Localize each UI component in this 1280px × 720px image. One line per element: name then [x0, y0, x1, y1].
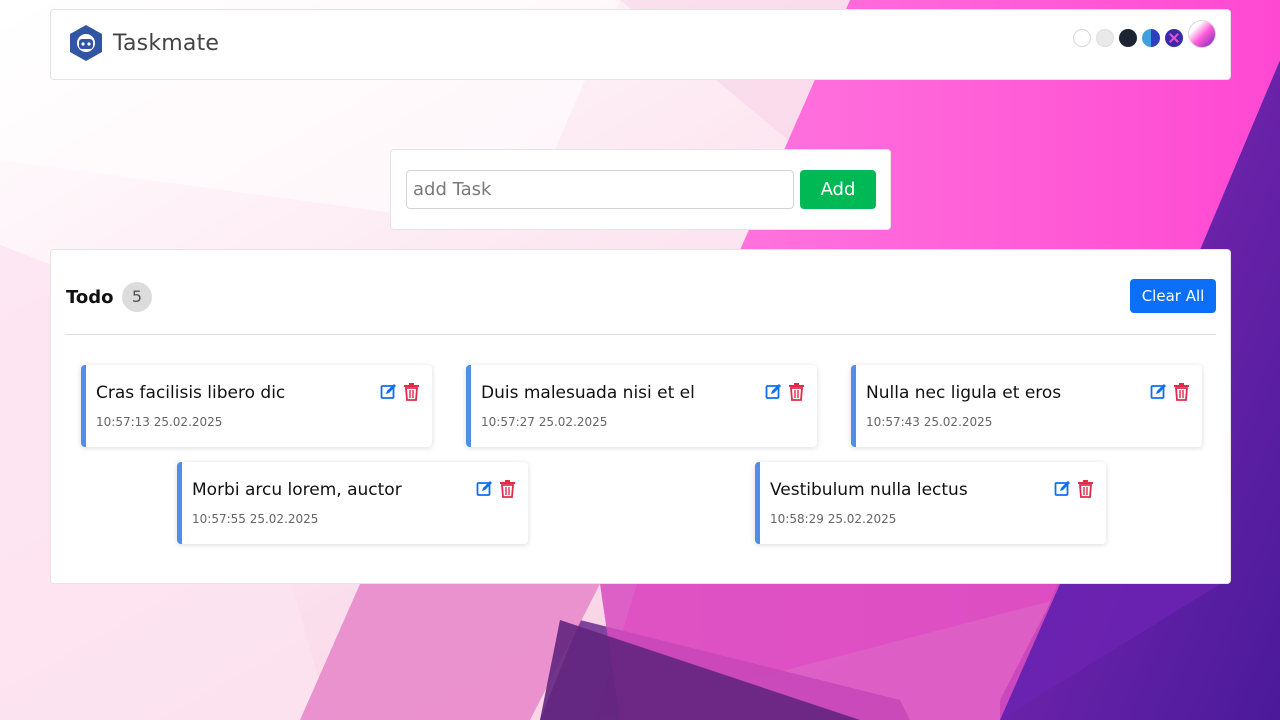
theme-switcher	[1073, 20, 1216, 48]
task-card: Morbi arcu lorem, auctor 10:57:55 25.02.…	[177, 462, 528, 544]
trash-icon[interactable]	[1173, 383, 1190, 401]
clear-all-button[interactable]: Clear All	[1130, 279, 1216, 313]
edit-icon[interactable]	[476, 480, 493, 498]
edit-icon[interactable]	[765, 383, 782, 401]
theme-gradient-button[interactable]	[1188, 20, 1216, 48]
robot-logo-icon	[70, 25, 102, 61]
todo-panel: Todo 5 Clear All Cras facilisis libero d…	[50, 249, 1231, 584]
task-text: Morbi arcu lorem, auctor	[192, 480, 402, 500]
app-name: Taskmate	[113, 30, 220, 56]
task-card: Cras facilisis libero dic 10:57:13 25.02…	[81, 365, 432, 447]
task-timestamp: 10:58:29 25.02.2025	[770, 512, 897, 526]
edit-icon[interactable]	[1054, 480, 1071, 498]
task-input[interactable]	[406, 170, 794, 209]
theme-gray-button[interactable]	[1096, 28, 1114, 47]
divider	[65, 334, 1216, 335]
todo-count-badge: 5	[122, 282, 152, 312]
task-text: Nulla nec ligula et eros	[866, 383, 1062, 403]
theme-x-button[interactable]	[1165, 28, 1183, 47]
task-timestamp: 10:57:43 25.02.2025	[866, 415, 993, 429]
edit-icon[interactable]	[1150, 383, 1167, 401]
task-text: Duis malesuada nisi et el	[481, 383, 695, 403]
task-text: Vestibulum nulla lectus	[770, 480, 968, 500]
trash-icon[interactable]	[403, 383, 420, 401]
task-timestamp: 10:57:27 25.02.2025	[481, 415, 608, 429]
edit-icon[interactable]	[380, 383, 397, 401]
todo-title: Todo	[66, 287, 114, 308]
task-timestamp: 10:57:13 25.02.2025	[96, 415, 223, 429]
theme-light-button[interactable]	[1073, 28, 1091, 47]
add-button[interactable]: Add	[800, 170, 876, 209]
brand[interactable]: Taskmate	[67, 24, 219, 62]
trash-icon[interactable]	[499, 480, 516, 498]
task-card: Duis malesuada nisi et el 10:57:27 25.02…	[466, 365, 817, 447]
task-timestamp: 10:57:55 25.02.2025	[192, 512, 319, 526]
task-text: Cras facilisis libero dic	[96, 383, 286, 403]
theme-blue-button[interactable]	[1142, 28, 1160, 47]
theme-dark-button[interactable]	[1119, 28, 1137, 47]
task-card: Vestibulum nulla lectus 10:58:29 25.02.2…	[755, 462, 1106, 544]
trash-icon[interactable]	[788, 383, 805, 401]
task-card: Nulla nec ligula et eros 10:57:43 25.02.…	[851, 365, 1202, 447]
trash-icon[interactable]	[1077, 480, 1094, 498]
add-task-form: Add	[390, 149, 891, 230]
navbar: Taskmate	[50, 9, 1231, 80]
